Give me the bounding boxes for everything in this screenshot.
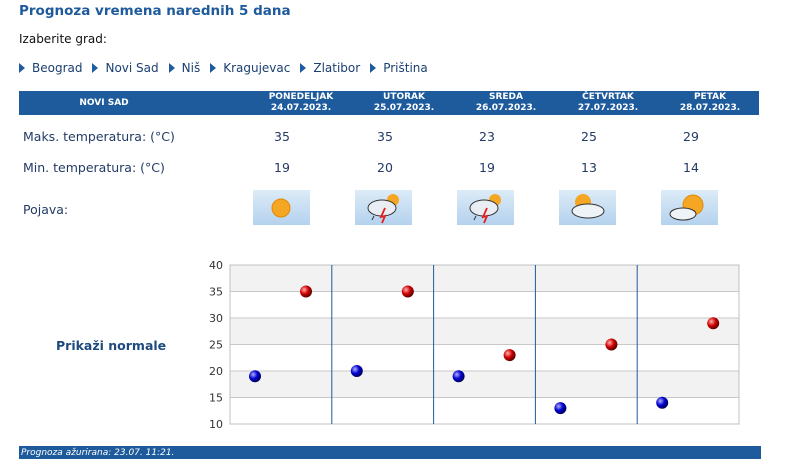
city-link-kragujevac[interactable]: Kragujevac <box>210 61 290 75</box>
max-temp-value: 29 <box>683 129 699 144</box>
y-tick-label: 25 <box>209 339 223 352</box>
day-name: PONEDELJAK <box>268 92 334 102</box>
header-city: NOVI SAD <box>79 98 129 108</box>
max-temp-value: 25 <box>581 129 597 144</box>
city-label: Niš <box>181 61 201 75</box>
city-label: Priština <box>383 61 428 75</box>
footer-updated: Prognoza ažurirana: 23.07. 11:21. <box>19 446 761 459</box>
max-temp-point <box>707 317 720 330</box>
min-temp-value: 13 <box>581 160 597 175</box>
max-temp-point <box>605 338 618 351</box>
max-temp-value: 35 <box>274 129 290 144</box>
header-day: ČETVRTAK 27.07.2023. <box>557 92 659 114</box>
day-date: 27.07.2023. <box>577 103 639 113</box>
show-normals-link[interactable]: Prikaži normale <box>56 338 166 353</box>
min-temp-point <box>249 370 261 383</box>
min-temp-value: 19 <box>274 160 290 175</box>
y-tick-label: 15 <box>209 392 223 405</box>
header-day: PONEDELJAK 24.07.2023. <box>250 92 352 114</box>
grid-band <box>230 318 739 345</box>
grid-band <box>230 344 739 371</box>
y-tick-label: 35 <box>209 286 223 299</box>
city-link-nis[interactable]: Niš <box>168 61 201 75</box>
y-tick-label: 40 <box>209 259 223 272</box>
day-date: 28.07.2023. <box>679 103 741 113</box>
max-temp-value: 35 <box>377 129 393 144</box>
thunderstorm-icon <box>457 190 514 225</box>
arrow-right-icon <box>19 63 25 73</box>
city-link-novi-sad[interactable]: Novi Sad <box>92 61 159 75</box>
day-name: ČETVRTAK <box>582 92 634 102</box>
header-day: UTORAK 25.07.2023. <box>353 92 455 114</box>
arrow-right-icon <box>168 63 175 73</box>
thunderstorm-icon <box>355 190 412 225</box>
max-temp-value: 23 <box>479 129 495 144</box>
city-label: Beograd <box>32 61 83 75</box>
phenomenon-label: Pojava: <box>23 202 69 217</box>
day-date: 24.07.2023. <box>270 103 332 113</box>
min-temp-value: 19 <box>479 160 495 175</box>
city-link-pristina[interactable]: Priština <box>370 61 428 75</box>
partly-cloudy-icon <box>661 190 718 225</box>
temperature-chart: 10 15 20 25 30 35 40 <box>209 259 740 431</box>
city-link-zlatibor[interactable]: Zlatibor <box>300 61 360 75</box>
max-temp-label: Maks. temperatura: (°C) <box>23 129 175 144</box>
city-link-beograd[interactable]: Beograd <box>19 61 82 75</box>
day-date: 25.07.2023. <box>373 103 435 113</box>
city-prompt: Izaberite grad: <box>19 32 107 46</box>
min-temp-point <box>554 402 567 415</box>
forecast-header: NOVI SAD PONEDELJAK 24.07.2023. UTORAK 25.… <box>19 91 759 115</box>
y-tick-label: 30 <box>209 312 223 325</box>
max-temp-point <box>300 285 312 298</box>
sunny-icon <box>253 190 310 225</box>
city-label: Novi Sad <box>105 61 159 75</box>
max-temp-point <box>401 285 414 298</box>
min-temp-point <box>350 365 363 377</box>
header-day: PETAK 28.07.2023. <box>659 92 761 114</box>
min-temp-label: Min. temperatura: (°C) <box>23 160 165 175</box>
partly-cloudy-icon <box>559 190 616 225</box>
arrow-right-icon <box>300 63 307 73</box>
page-title: Prognoza vremena narednih 5 dana <box>19 3 291 19</box>
day-name: SREDA <box>489 92 523 102</box>
max-temp-point <box>503 349 516 362</box>
header-day: SREDA 26.07.2023. <box>455 92 557 114</box>
city-label: Zlatibor <box>313 61 361 75</box>
arrow-right-icon <box>370 63 377 73</box>
min-temp-point <box>452 370 465 383</box>
y-tick-label: 20 <box>209 365 223 378</box>
min-temp-value: 14 <box>683 160 699 175</box>
day-name: UTORAK <box>383 92 425 102</box>
grid-band <box>230 371 739 398</box>
arrow-right-icon <box>92 63 99 73</box>
y-tick-label: 10 <box>209 418 223 431</box>
day-date: 26.07.2023. <box>475 103 537 113</box>
day-name: PETAK <box>693 92 727 102</box>
min-temp-point <box>656 396 669 409</box>
arrow-right-icon <box>210 63 217 73</box>
city-links: Beograd Novi Sad Niš Kragujevac Zlatibor… <box>19 61 438 75</box>
min-temp-value: 20 <box>377 160 393 175</box>
city-label: Kragujevac <box>223 61 291 75</box>
